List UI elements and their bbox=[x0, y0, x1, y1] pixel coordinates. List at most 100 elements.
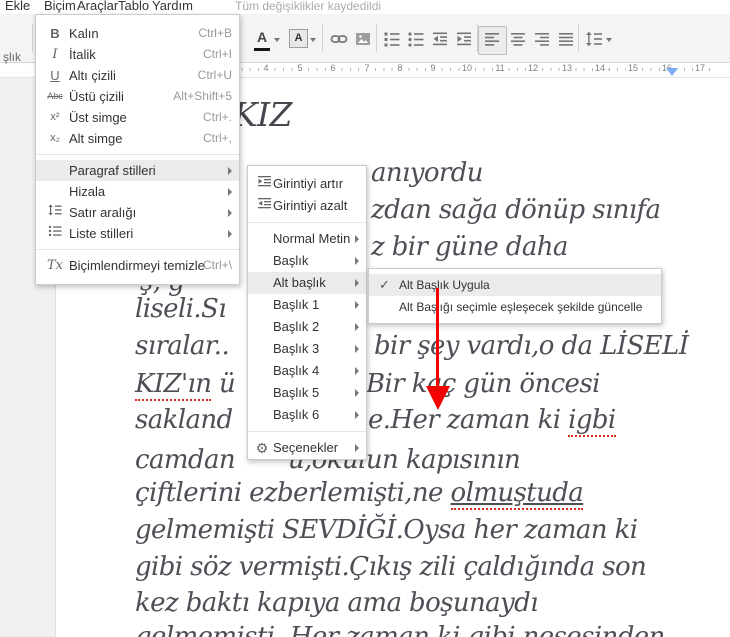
menu-item-girintiyi-azalt[interactable]: Girintiyi azalt bbox=[248, 195, 366, 217]
document-line: sakland bbox=[135, 405, 233, 435]
ruler-number: 4 bbox=[261, 63, 271, 73]
document-line: KIZ'ın ü bbox=[135, 369, 236, 401]
align-right-button[interactable] bbox=[531, 28, 553, 50]
insert-link-button[interactable] bbox=[328, 28, 350, 50]
menu-ekle[interactable]: Ekle bbox=[5, 0, 30, 13]
menu-separator bbox=[248, 222, 366, 223]
menu-separator bbox=[36, 154, 239, 155]
ruler-number: 11 bbox=[493, 63, 507, 73]
menu-item-italik[interactable]: I İtalik Ctrl+I bbox=[36, 44, 239, 65]
menu-tablo[interactable]: Tablo bbox=[118, 0, 149, 13]
menu-item-paragraf-stilleri[interactable]: Paragraf stilleri bbox=[36, 160, 239, 181]
save-status: Tüm değişiklikler kaydedildi bbox=[235, 0, 382, 13]
bulleted-list-button[interactable] bbox=[405, 28, 427, 50]
shortcut: Ctrl+. bbox=[202, 110, 232, 124]
menu-item-baslik-6[interactable]: Başlık 6 bbox=[248, 404, 366, 426]
misspelled-word: KIZ'ın bbox=[135, 369, 212, 401]
paragraph-styles-submenu: Girintiyi artır Girintiyi azalt Normal M… bbox=[247, 165, 367, 460]
menu-item-baslik-5[interactable]: Başlık 5 bbox=[248, 382, 366, 404]
strikethrough-icon: Abc bbox=[47, 91, 63, 101]
document-line: anıyordu bbox=[371, 158, 484, 188]
menu-item-label: Başlık bbox=[273, 253, 309, 268]
menu-item-label: Satır aralığı bbox=[69, 205, 137, 220]
superscript-icon: x² bbox=[50, 111, 60, 123]
menu-item-label: Altı çizili bbox=[69, 68, 116, 83]
toolbar-separator bbox=[578, 24, 579, 52]
highlight-color-button[interactable]: A bbox=[289, 29, 308, 48]
menu-item-liste-stilleri[interactable]: Liste stilleri bbox=[36, 223, 239, 244]
menu-item-satir-araligi[interactable]: Satır aralığı bbox=[36, 202, 239, 223]
subscript-icon: x₂ bbox=[50, 132, 60, 144]
numbered-list-button[interactable] bbox=[381, 28, 403, 50]
submenu-arrow-icon bbox=[228, 229, 232, 238]
menu-item-label: Alt Başlık Uygula bbox=[399, 278, 490, 292]
menu-separator bbox=[36, 249, 239, 250]
menu-item-secenekler[interactable]: ⚙ Seçenekler bbox=[248, 437, 366, 459]
align-center-button[interactable] bbox=[507, 28, 529, 50]
text-color-button[interactable]: A bbox=[254, 29, 270, 51]
menu-item-baslik-4[interactable]: Başlık 4 bbox=[248, 360, 366, 382]
menu-item-alt-baslik-uygula[interactable]: ✓ Alt Başlık Uygula bbox=[369, 274, 661, 296]
insert-image-button[interactable] bbox=[352, 28, 374, 50]
document-line: e.Her zaman ki igbi bbox=[368, 405, 616, 437]
google-docs-window: KIZ anıyordu zdan sağa dönüp sınıfa z bi… bbox=[0, 0, 730, 637]
decrease-indent-button[interactable] bbox=[429, 28, 451, 50]
shortcut: Ctrl+\ bbox=[202, 258, 232, 272]
underline-icon: U bbox=[50, 68, 60, 83]
align-right-icon bbox=[535, 33, 549, 46]
menu-item-baslik-1[interactable]: Başlık 1 bbox=[248, 294, 366, 316]
align-left-button[interactable] bbox=[481, 28, 503, 50]
menu-item-alti-cizili[interactable]: U Altı çizili Ctrl+U bbox=[36, 65, 239, 86]
document-line: gibi söz vermişti.Çıkış zili çaldığında … bbox=[135, 552, 647, 582]
highlight-dropdown-icon[interactable] bbox=[310, 38, 316, 42]
submenu-arrow-icon bbox=[228, 166, 232, 175]
annotation-arrow-head bbox=[426, 386, 450, 410]
menu-item-alt-baslik[interactable]: Alt başlık bbox=[248, 272, 366, 294]
menu-item-ustu-cizili[interactable]: Abc Üstü çizili Alt+Shift+5 bbox=[36, 86, 239, 107]
align-center-icon bbox=[511, 33, 525, 46]
menu-item-bicimlendirmeyi-temizle[interactable]: Tx Biçimlendirmeyi temizle Ctrl+\ bbox=[36, 255, 239, 276]
ruler-number: 15 bbox=[625, 63, 641, 73]
paragraph-style-dropdown[interactable]: şlık bbox=[3, 50, 21, 64]
submenu-arrow-icon bbox=[355, 279, 359, 287]
menu-araclar[interactable]: Araçlar bbox=[77, 0, 118, 13]
shortcut: Ctrl+, bbox=[202, 131, 232, 145]
checkmark-icon: ✓ bbox=[379, 277, 390, 292]
ruler-number: 12 bbox=[525, 63, 541, 73]
menu-item-baslik[interactable]: Başlık bbox=[248, 250, 366, 272]
menu-item-label: Kalın bbox=[69, 26, 99, 41]
menu-item-baslik-3[interactable]: Başlık 3 bbox=[248, 338, 366, 360]
ruler-number: 9 bbox=[428, 63, 438, 73]
decrease-indent-icon bbox=[253, 195, 275, 217]
menu-bicim[interactable]: Biçim bbox=[44, 0, 76, 13]
menu-yardim[interactable]: Yardım bbox=[152, 0, 193, 13]
menu-item-kalin[interactable]: B Kalın Ctrl+B bbox=[36, 23, 239, 44]
text-color-dropdown-icon[interactable] bbox=[274, 38, 280, 42]
menu-item-alt-basligi-guncelle[interactable]: Alt Başlığı seçimle eşleşecek şekilde gü… bbox=[369, 296, 661, 318]
increase-indent-button[interactable] bbox=[453, 28, 475, 50]
submenu-arrow-icon bbox=[355, 345, 359, 353]
line-spacing-button[interactable] bbox=[583, 28, 605, 50]
ruler-number: 6 bbox=[328, 63, 338, 73]
menu-item-alt-simge[interactable]: x₂ Alt simge Ctrl+, bbox=[36, 128, 239, 149]
menubar: Ekle Biçim Araçlar Tablo Yardım Tüm deği… bbox=[0, 0, 730, 14]
menu-item-label: Biçimlendirmeyi temizle bbox=[69, 258, 205, 273]
shortcut: Alt+Shift+5 bbox=[173, 89, 232, 103]
menu-item-label: Girintiyi azalt bbox=[273, 198, 348, 213]
menu-item-hizala[interactable]: Hizala bbox=[36, 181, 239, 202]
submenu-arrow-icon bbox=[355, 257, 359, 265]
ruler-number: 7 bbox=[362, 63, 372, 73]
menu-item-baslik-2[interactable]: Başlık 2 bbox=[248, 316, 366, 338]
right-indent-marker[interactable] bbox=[666, 68, 678, 76]
menu-item-label: Başlık 4 bbox=[273, 363, 320, 378]
menu-item-normal-metin[interactable]: Normal Metin bbox=[248, 228, 366, 250]
line-spacing-dropdown-icon[interactable] bbox=[606, 38, 612, 42]
annotation-arrow-line bbox=[436, 288, 439, 388]
align-left-icon bbox=[485, 33, 499, 46]
submenu-arrow-icon bbox=[355, 411, 359, 419]
align-justify-button[interactable] bbox=[555, 28, 577, 50]
toolbar-separator bbox=[322, 24, 323, 52]
menu-item-girintiyi-artir[interactable]: Girintiyi artır bbox=[248, 173, 366, 195]
menu-item-ust-simge[interactable]: x² Üst simge Ctrl+. bbox=[36, 107, 239, 128]
document-line: Bir kaç gün öncesi bbox=[366, 369, 600, 399]
